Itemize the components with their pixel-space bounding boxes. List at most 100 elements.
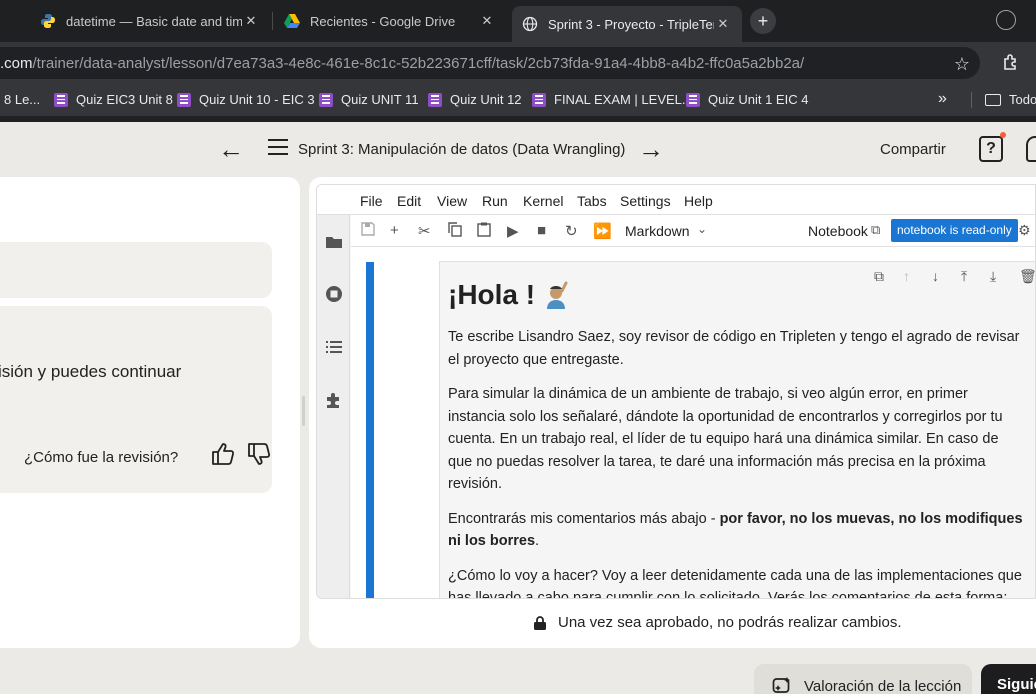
copy-icon[interactable] — [448, 222, 462, 241]
bookmark-label: FINAL EXAM | LEVEL... — [554, 92, 693, 107]
bookmark-star-icon[interactable]: ☆ — [954, 54, 970, 75]
bookmark-item[interactable]: Quiz Unit 12 — [428, 92, 522, 107]
menu-edit[interactable]: Edit — [397, 193, 421, 209]
paragraph: Para simular la dinámica de un ambiente … — [448, 386, 1003, 492]
menu-help[interactable]: Help — [684, 193, 713, 209]
list-icon — [54, 92, 68, 107]
bookmarks-bar: 8 Le... Quiz EIC3 Unit 8 Quiz Unit 10 - … — [0, 84, 1036, 116]
window-control-icon[interactable] — [996, 10, 1016, 30]
list-icon — [686, 92, 700, 107]
active-cell-indicator[interactable] — [366, 262, 374, 598]
jupyterlab-frame: File Edit View Run Kernel Tabs Settings … — [316, 184, 1036, 599]
fast-forward-icon[interactable]: ⏩ — [593, 222, 612, 240]
close-icon[interactable]: ✕ — [478, 13, 496, 29]
cell-heading-text: ¡Hola ! — [448, 279, 536, 310]
save-icon[interactable] — [361, 222, 375, 240]
notification-dot — [1000, 132, 1006, 138]
markdown-rendered: ¡Hola ! Te escribe Lisandro Saez, soy re… — [448, 278, 1023, 598]
review-card-header — [0, 242, 272, 298]
bookmark-label: Quiz UNIT 11 — [341, 92, 419, 107]
menu-icon[interactable] — [268, 139, 288, 155]
running-icon[interactable] — [325, 285, 343, 303]
tab-sprint3-active[interactable]: Sprint 3 - Proyecto - TripleTen ✕ — [512, 6, 742, 42]
notebook-content: ▼ ⧉ ↑ ↓ ⤒ ⤓ 🗑 ¡Hola ! Te escribe Lisandr… — [351, 247, 1035, 598]
list-icon — [177, 92, 191, 107]
new-tab-button[interactable]: + — [750, 8, 776, 34]
review-status-text: evisión y puedes continuar — [0, 362, 182, 381]
bookmark-item[interactable]: FINAL EXAM | LEVEL... — [532, 92, 693, 107]
bookmark-item[interactable]: Quiz UNIT 11 — [319, 92, 419, 107]
menu-view[interactable]: View — [437, 193, 467, 209]
close-icon[interactable]: ✕ — [242, 13, 260, 29]
divider — [971, 92, 972, 108]
globe-icon — [522, 16, 538, 32]
bookmark-label: Quiz Unit 1 EIC 4 — [708, 92, 809, 107]
tab-strip: datetime — Basic date and time ✕ Recient… — [0, 0, 1036, 42]
bookmark-label: Quiz EIC3 Unit 8 — [76, 92, 173, 107]
rate-lesson-label: Valoración de la lección — [804, 677, 962, 694]
tab-datetime[interactable]: datetime — Basic date and time ✕ — [30, 6, 270, 36]
cut-icon[interactable]: ✂ — [418, 222, 431, 240]
notebook-toolbar: + ✂ ▶ ■ ↻ ⏩ Markdown ⌄ Notebook ⧉ notebo… — [351, 215, 1035, 247]
run-icon[interactable]: ▶ — [507, 222, 519, 240]
menu-kernel[interactable]: Kernel — [523, 193, 563, 209]
extensions-icon[interactable] — [1002, 53, 1020, 76]
paste-icon[interactable] — [477, 222, 491, 241]
bookmark-item[interactable]: Quiz Unit 10 - EIC 3 — [177, 92, 315, 107]
stop-icon[interactable]: ■ — [537, 222, 546, 239]
url-domain: .com — [0, 54, 33, 72]
menu-settings[interactable]: Settings — [620, 193, 671, 209]
bookmark-folder-label: Todo — [1009, 92, 1036, 107]
address-bar[interactable]: .com /trainer/data-analyst/lesson/d7ea73… — [0, 47, 980, 79]
cell-type-select[interactable]: Markdown — [625, 223, 690, 239]
review-panel: evisión y puedes continuar ¿Cómo fue la … — [0, 177, 300, 648]
menu-tabs[interactable]: Tabs — [577, 193, 607, 209]
bookmarks-overflow-icon[interactable]: » — [938, 90, 947, 108]
rate-lesson-button[interactable]: Valoración de la lección — [754, 664, 972, 694]
folder-icon[interactable] — [325, 233, 343, 251]
user-icon[interactable] — [1026, 136, 1036, 162]
chevron-down-icon[interactable]: ⌄ — [697, 222, 707, 236]
extension-manager-icon[interactable] — [325, 391, 343, 409]
tab-title: datetime — Basic date and time — [66, 13, 242, 29]
add-cell-icon[interactable]: + — [390, 222, 399, 239]
thumbs-down-icon[interactable] — [246, 441, 272, 467]
jupyter-left-sidebar — [317, 215, 350, 598]
list-icon — [428, 92, 442, 107]
bookmark-item[interactable]: Quiz Unit 1 EIC 4 — [686, 92, 808, 107]
lesson-header: ← Sprint 3: Manipulación de datos (Data … — [0, 122, 1036, 177]
kernel-name[interactable]: Notebook — [808, 223, 868, 239]
jupyter-menubar: File Edit View Run Kernel Tabs Settings … — [317, 185, 1035, 215]
bookmark-item[interactable]: Quiz EIC3 Unit 8 — [54, 92, 173, 107]
share-button[interactable]: Compartir — [880, 141, 946, 158]
markdown-cell[interactable]: ⧉ ↑ ↓ ⤒ ⤓ 🗑 ¡Hola ! Te escribe Lisandro … — [439, 261, 1035, 598]
folder-icon — [985, 93, 1001, 106]
back-arrow-icon[interactable]: ← — [218, 134, 244, 165]
paragraph-text: Encontrarás mis comentarios más abajo - — [448, 510, 720, 527]
list-icon — [532, 92, 546, 107]
next-button[interactable]: Siguie — [981, 664, 1036, 694]
external-link-icon[interactable]: ⧉ — [871, 222, 880, 238]
url-path: /trainer/data-analyst/lesson/d7ea73a3-4e… — [32, 54, 805, 72]
cell-heading: ¡Hola ! — [448, 278, 1023, 312]
bookmark-item[interactable]: 8 Le... — [4, 92, 40, 107]
tab-title: Recientes - Google Drive — [310, 13, 456, 29]
bookmark-label: Quiz Unit 10 - EIC 3 — [199, 92, 315, 107]
panel-resize-handle[interactable] — [302, 396, 305, 426]
bookmark-label: Quiz Unit 12 — [450, 92, 522, 107]
close-icon[interactable]: ✕ — [714, 16, 732, 32]
page-title[interactable]: Sprint 3: Manipulación de datos (Data Wr… — [298, 141, 625, 158]
list-icon — [319, 92, 333, 107]
tab-google-drive[interactable]: Recientes - Google Drive ✕ — [274, 6, 506, 36]
table-of-contents-icon[interactable] — [325, 338, 343, 356]
menu-file[interactable]: File — [360, 193, 383, 209]
bookmark-folder[interactable]: Todo — [985, 92, 1036, 107]
restart-icon[interactable]: ↻ — [565, 222, 578, 240]
paragraph: Encontrarás mis comentarios más abajo - … — [448, 508, 1023, 553]
help-icon[interactable]: ? — [979, 136, 1003, 162]
menu-run[interactable]: Run — [482, 193, 508, 209]
thumbs-up-icon[interactable] — [210, 441, 236, 467]
drive-icon — [284, 13, 300, 29]
omnibar-row: .com /trainer/data-analyst/lesson/d7ea73… — [0, 42, 1036, 84]
forward-arrow-icon[interactable]: → — [638, 134, 664, 165]
